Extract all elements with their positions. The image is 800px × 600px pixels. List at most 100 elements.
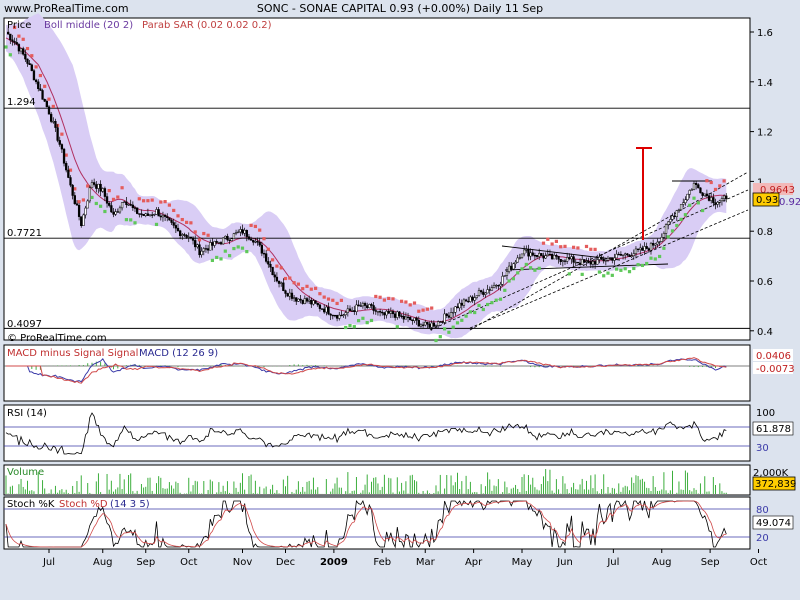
candle-body (357, 304, 360, 306)
sar-dot (382, 298, 386, 302)
sar-dot (305, 284, 309, 288)
candle-body (385, 310, 388, 316)
hline-label-low: 0.4097 (7, 319, 42, 330)
x-tick-label-5: Dec (276, 557, 295, 568)
candle-body (426, 321, 429, 325)
sar-dot (296, 282, 300, 286)
candle-body (252, 240, 255, 243)
candle-body (469, 296, 472, 302)
candle-body (241, 229, 244, 234)
sar-dot (477, 303, 481, 308)
candle-body (501, 275, 504, 285)
candle-body (331, 314, 334, 317)
sar-dot (301, 287, 305, 291)
candle-body (542, 255, 545, 259)
candle-body (686, 193, 689, 201)
sar-dot (47, 97, 51, 101)
candle-body (710, 197, 713, 201)
sar-dot (662, 246, 666, 250)
candle-body (269, 263, 272, 268)
candle-body (540, 253, 543, 256)
candle-body (583, 259, 586, 263)
candle-body (557, 256, 560, 260)
sar-dot (292, 281, 296, 285)
candle-body (559, 258, 562, 262)
candle-body (475, 295, 479, 298)
sar-dot (365, 321, 369, 325)
sar-dot (537, 266, 541, 270)
last-price-value: 0.93 (756, 195, 778, 206)
candle-body (462, 299, 466, 306)
sar-dot (451, 325, 455, 329)
candle-body (368, 304, 371, 308)
candle-body (320, 308, 324, 310)
rsi-value: 61.878 (756, 424, 791, 435)
candle-body (108, 203, 111, 206)
candle-body (456, 306, 459, 309)
candle-body (159, 215, 162, 218)
sar-dot (137, 197, 141, 201)
price-axis-ticks: 1.61.41.210.80.60.4 (750, 28, 773, 338)
stoch-legend-b: Stoch %D (59, 499, 108, 510)
candle-body (84, 207, 87, 216)
candle-body (443, 313, 446, 323)
sar-dot (395, 325, 399, 329)
candle-body (168, 217, 171, 221)
sar-dot (430, 306, 434, 310)
sar-dot (546, 237, 550, 241)
candle-body (716, 202, 719, 205)
sar-dot (649, 256, 653, 260)
sar-dot (111, 197, 116, 201)
candle-body (409, 316, 412, 321)
candle-body (174, 225, 177, 229)
candle-body (419, 324, 423, 327)
candle-body (65, 163, 68, 171)
candle-body (514, 261, 517, 265)
candle-body (548, 253, 552, 256)
candle-body (406, 316, 410, 319)
sar-dot (718, 184, 722, 188)
sar-dot (81, 198, 85, 202)
candle-body (398, 311, 401, 317)
sar-dot (473, 310, 477, 315)
x-tick-label-2: Sep (136, 557, 155, 568)
candle-body (628, 254, 631, 257)
price-tick-label-1: 1.4 (757, 78, 773, 89)
candle-body (585, 261, 588, 263)
sar-dot (713, 187, 718, 192)
sar-dot (8, 53, 12, 57)
candle-body (447, 315, 451, 318)
x-tick-label-14: Sep (701, 557, 720, 568)
candle-body (525, 249, 528, 251)
chart-svg: Price Boll middle (20 2) Parab SAR (0.02… (3, 13, 800, 568)
candle-body (664, 224, 668, 234)
candle-body (230, 238, 233, 241)
candle-body (404, 316, 408, 320)
sar-dot (417, 309, 421, 313)
candle-body (596, 259, 599, 265)
candle-body (209, 242, 212, 251)
candle-body (34, 79, 38, 83)
candle-body (226, 235, 229, 241)
sar-dot (645, 261, 649, 266)
candle-body (348, 308, 352, 311)
sar-dot (348, 324, 352, 328)
candle-body (153, 213, 156, 216)
candle-body (280, 282, 283, 284)
candle-body (699, 187, 702, 194)
candle-body (578, 262, 582, 265)
candle-body (310, 299, 313, 305)
candle-body (621, 254, 625, 256)
candle-body (110, 205, 113, 213)
candle-body (576, 261, 580, 264)
candle-body (641, 247, 644, 251)
stoch-legend-params: (14 3 5) (110, 499, 150, 510)
candle-body (669, 219, 672, 223)
sar-dot (615, 267, 619, 271)
sar-dot (412, 301, 417, 305)
sar-dot (249, 223, 253, 227)
candle-body (531, 252, 534, 256)
candle-body (335, 315, 339, 319)
candle-body (202, 248, 205, 252)
stoch-value: 49.074 (756, 518, 791, 529)
